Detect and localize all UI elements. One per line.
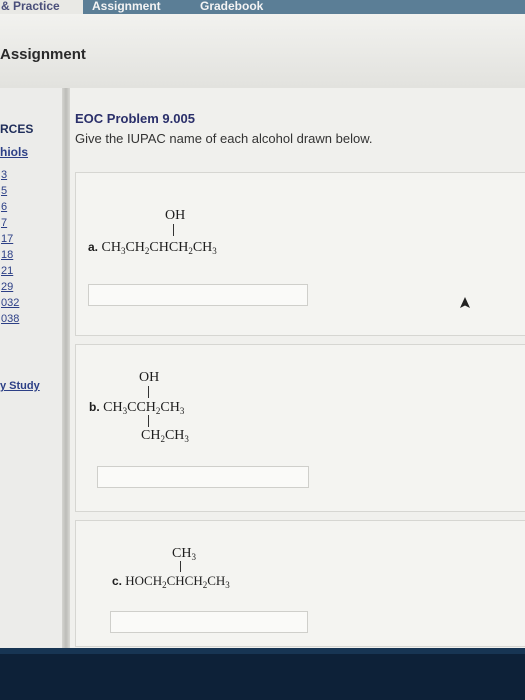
- bond-line: [148, 386, 149, 398]
- sidebar-divider: [62, 88, 70, 648]
- sidebar-link[interactable]: 038: [1, 313, 19, 325]
- sidebar-link[interactable]: 5: [1, 185, 7, 197]
- problem-title: EOC Problem 9.005: [75, 111, 195, 126]
- formula-a: a. CH3CH2CHCH2CH3: [88, 240, 217, 256]
- substituent-ethyl-b: CH2CH3: [141, 428, 189, 444]
- sidebar-link[interactable]: 21: [1, 265, 13, 277]
- bond-line: [148, 415, 149, 427]
- substituent-oh-b: OH: [139, 370, 160, 385]
- sidebar-link-study[interactable]: y Study: [0, 380, 40, 392]
- formula-c: c. HOCH2CHCH2CH3: [112, 573, 230, 590]
- substituent-oh-a: OH: [165, 208, 186, 223]
- tab-practice[interactable]: & Practice: [0, 0, 83, 14]
- mouse-cursor-icon: [460, 297, 470, 308]
- tab-gradebook[interactable]: Gradebook: [200, 0, 280, 14]
- bottom-taskbar: [0, 648, 525, 700]
- sidebar-link-alcohols[interactable]: hiols: [0, 145, 28, 159]
- part-label-c: c.: [112, 574, 123, 588]
- part-label-b: b.: [89, 400, 100, 414]
- sidebar: [0, 88, 62, 648]
- problem-prompt: Give the IUPAC name of each alcohol draw…: [75, 131, 373, 146]
- tab-assignment[interactable]: Assignment: [84, 0, 192, 14]
- sidebar-link[interactable]: 17: [1, 233, 13, 245]
- formula-b: b. CH3CCH2CH3: [89, 400, 185, 416]
- answer-input-a[interactable]: [88, 284, 308, 306]
- bond-line: [180, 561, 181, 572]
- substituent-ch3-c: CH3: [172, 546, 196, 562]
- sidebar-link[interactable]: 3: [1, 169, 7, 181]
- page-title: Assignment: [0, 46, 86, 63]
- sidebar-heading-resources: RCES: [0, 122, 34, 136]
- answer-input-c[interactable]: [110, 611, 308, 633]
- part-label-a: a.: [88, 240, 99, 254]
- bottom-taskbar-edge: [0, 648, 525, 654]
- answer-input-b[interactable]: [97, 466, 309, 488]
- sidebar-link[interactable]: 18: [1, 249, 13, 261]
- bond-line: [173, 224, 174, 236]
- sidebar-link[interactable]: 7: [1, 217, 7, 229]
- sidebar-link[interactable]: 6: [1, 201, 7, 213]
- sidebar-link[interactable]: 032: [1, 297, 19, 309]
- sidebar-link[interactable]: 29: [1, 281, 13, 293]
